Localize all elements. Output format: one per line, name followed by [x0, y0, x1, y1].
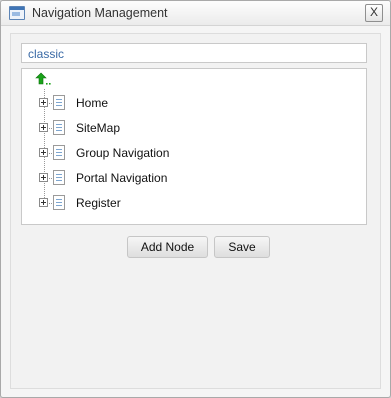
tree-node-label: SiteMap: [76, 121, 121, 135]
tree-node-label: Group Navigation: [76, 146, 170, 160]
tree-node-label: Register: [76, 196, 121, 210]
page-icon: [53, 95, 65, 110]
title-bar[interactable]: Navigation Management X: [1, 1, 390, 26]
expand-icon[interactable]: [39, 98, 48, 107]
tree-node-sitemap[interactable]: SiteMap: [39, 119, 359, 137]
window-icon: [9, 6, 25, 20]
save-button[interactable]: Save: [214, 236, 270, 258]
page-icon: [53, 145, 65, 160]
tree-node-label: Portal Navigation: [76, 171, 168, 185]
page-icon: [53, 195, 65, 210]
navigation-management-dialog: Navigation Management X classic Home Sit…: [0, 0, 391, 398]
dialog-title: Navigation Management: [32, 6, 168, 20]
tree-node-group-navigation[interactable]: Group Navigation: [39, 144, 359, 162]
expand-icon[interactable]: [39, 198, 48, 207]
tree-node-label: Home: [76, 96, 109, 110]
close-icon: X: [369, 5, 378, 19]
navigation-tree: Home SiteMap Group Navigation Portal Nav…: [21, 68, 367, 225]
expand-icon[interactable]: [39, 148, 48, 157]
add-node-button[interactable]: Add Node: [127, 236, 208, 258]
expand-icon[interactable]: [39, 173, 48, 182]
page-icon: [53, 170, 65, 185]
close-button[interactable]: X: [365, 4, 383, 22]
site-name-label: classic: [21, 43, 367, 63]
tree-node-portal-navigation[interactable]: Portal Navigation: [39, 169, 359, 187]
page-icon: [53, 120, 65, 135]
tree-node-home[interactable]: Home: [39, 94, 359, 112]
dialog-content: classic Home SiteMap Group Navigation Po…: [10, 33, 381, 389]
expand-icon[interactable]: [39, 123, 48, 132]
tree-node-register[interactable]: Register: [39, 194, 359, 212]
